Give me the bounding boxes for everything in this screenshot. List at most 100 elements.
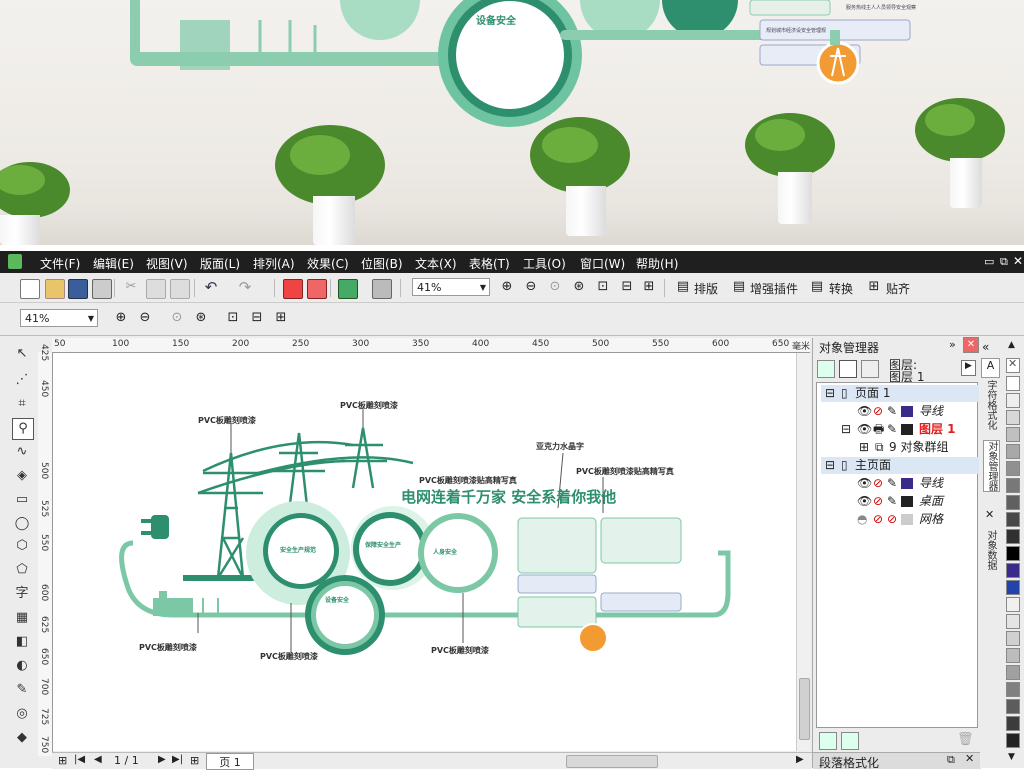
next-page-icon[interactable]: ▶ (158, 754, 166, 765)
pick-tool-icon[interactable]: ↖ (12, 344, 32, 364)
zoom-out-icon[interactable]: ⊖ (136, 310, 154, 328)
swatch-gray-10[interactable] (1006, 393, 1020, 408)
collapse-icon[interactable]: « (982, 340, 989, 354)
zoom-in-icon[interactable]: ⊕ (498, 279, 516, 297)
new-master-layer-icon[interactable] (841, 732, 859, 750)
menu-view[interactable]: 视图(V) (146, 255, 188, 272)
swatch-gray-70[interactable] (1006, 495, 1020, 510)
zoom-page-icon[interactable]: ⊡ (594, 279, 612, 297)
save-icon[interactable] (68, 279, 88, 299)
docker-menu-icon[interactable]: ▶ (961, 360, 976, 376)
vertical-scroll-thumb[interactable] (799, 678, 810, 740)
menu-table[interactable]: 表格(T) (469, 255, 510, 272)
tab-character-format[interactable]: 字符格式化 (983, 380, 998, 430)
tree-object-group[interactable]: ⊞ ⧉ 9 对象群组 (821, 439, 979, 456)
open-icon[interactable] (45, 279, 65, 299)
swatch-blue[interactable] (1006, 580, 1020, 595)
expand-icon[interactable]: ⊞ (859, 439, 869, 456)
menu-file[interactable]: 文件(F) (40, 255, 80, 272)
menu-help[interactable]: 帮助(H) (636, 255, 678, 272)
eye-icon[interactable]: 👁 (857, 403, 872, 420)
tree-layer-guides[interactable]: 👁 ⊘ ✎ 导线 (821, 403, 979, 420)
basic-shapes-icon[interactable]: ⬠ (12, 560, 32, 580)
collapse-icon[interactable]: ⊟ (825, 457, 835, 474)
eyedropper-tool-icon[interactable]: ✎ (12, 680, 32, 700)
layer-manager-icon[interactable] (861, 360, 879, 378)
swatch-mid[interactable] (1006, 665, 1020, 680)
application-launcher-icon[interactable] (372, 279, 392, 299)
transparency-tool-icon[interactable]: ◐ (12, 656, 32, 676)
edit-across-layers-icon[interactable] (839, 360, 857, 378)
first-page-icon[interactable]: |◀ (74, 754, 85, 765)
eye-hidden-icon[interactable]: ◓ (857, 511, 867, 528)
tree-layer-1[interactable]: ⊟ 👁 🖶 ✎ 图层 1 (821, 421, 979, 438)
horizontal-scroll-thumb[interactable] (566, 755, 658, 768)
print-disabled-icon[interactable]: ⊘ (873, 511, 883, 528)
show-properties-icon[interactable] (817, 360, 835, 378)
eye-icon[interactable]: 👁 (857, 421, 872, 438)
tree-page-1[interactable]: ⊟ ▯ 页面 1 (821, 385, 979, 402)
swatch-dark[interactable] (1006, 699, 1020, 714)
close-icon[interactable]: ✕ (1013, 254, 1023, 268)
swatch-gray-50[interactable] (1006, 461, 1020, 476)
minimize-icon[interactable]: ▭ (984, 255, 994, 268)
swatch-light[interactable] (1006, 597, 1020, 612)
shape-tool-icon[interactable]: ⋰ (12, 370, 32, 390)
table-tool-icon[interactable]: ▦ (12, 608, 32, 628)
eye-icon[interactable]: 👁 (857, 475, 872, 492)
crop-tool-icon[interactable]: ⌗ (12, 394, 32, 414)
collapse-icon[interactable]: ⊟ (825, 385, 835, 402)
snap-button[interactable]: 贴齐 (886, 280, 910, 297)
text-tool-icon[interactable]: 字 (12, 584, 32, 604)
eye-icon[interactable]: 👁 (857, 493, 872, 510)
print-icon[interactable] (92, 279, 112, 299)
zoom-width-icon[interactable]: ⊟ (248, 310, 266, 328)
menu-text[interactable]: 文本(X) (415, 255, 457, 272)
lock-edit-icon[interactable]: ✎ (887, 475, 897, 492)
zoom-height-icon[interactable]: ⊞ (272, 310, 290, 328)
swatch-gray-40[interactable] (1006, 444, 1020, 459)
convert-icon[interactable]: ▤ (808, 279, 826, 297)
undo-icon[interactable]: ↶ (202, 278, 220, 296)
swatch-light-4[interactable] (1006, 648, 1020, 663)
publish-icon[interactable] (338, 279, 358, 299)
close-icon[interactable]: ✕ (985, 508, 994, 521)
horizontal-ruler[interactable]: 50 100 150 200 250 300 350 400 450 500 5… (52, 338, 810, 353)
swatch-none[interactable]: ✕ (1006, 357, 1020, 373)
ellipse-tool-icon[interactable]: ◯ (12, 514, 32, 534)
swatch-gray-90[interactable] (1006, 529, 1020, 544)
restore-icon[interactable]: ⧉ (1000, 255, 1008, 269)
cut-icon[interactable]: ✂ (122, 279, 140, 297)
text-icon[interactable]: A (981, 358, 1000, 378)
prev-page-icon[interactable]: ◀ (94, 754, 102, 765)
polygon-tool-icon[interactable]: ⬡ (12, 536, 32, 556)
zoom-all-icon[interactable]: ⊛ (570, 279, 588, 297)
swatch-gray-30[interactable] (1006, 427, 1020, 442)
print-disabled-icon[interactable]: ⊘ (873, 493, 883, 510)
blend-tool-icon[interactable]: ◧ (12, 632, 32, 652)
print-disabled-icon[interactable]: ⊘ (873, 403, 883, 420)
zoom-selected-icon[interactable]: ⊙ (168, 310, 186, 328)
palette-up-icon[interactable]: ▲ (1008, 340, 1015, 350)
fill-tool-icon[interactable]: ◆ (12, 728, 32, 748)
lock-edit-icon[interactable]: ✎ (887, 493, 897, 510)
swatch-gray-80[interactable] (1006, 512, 1020, 527)
tree-master-page[interactable]: ⊟ ▯ 主页面 (821, 457, 979, 474)
menu-window[interactable]: 窗口(W) (580, 255, 625, 272)
zoom-selected-icon[interactable]: ⊙ (546, 279, 564, 297)
smart-fill-icon[interactable]: ◈ (12, 466, 32, 486)
menu-bitmap[interactable]: 位图(B) (361, 255, 403, 272)
swatch-black[interactable] (1006, 546, 1020, 561)
print-disabled-icon[interactable]: ⊘ (873, 475, 883, 492)
arrange-icon[interactable]: ▤ (674, 279, 692, 297)
new-icon[interactable] (20, 279, 40, 299)
paste-icon[interactable] (170, 279, 190, 299)
vertical-scrollbar[interactable] (796, 353, 810, 751)
lock-edit-icon[interactable]: ✎ (887, 403, 897, 420)
close-icon[interactable]: ✕ (965, 752, 974, 765)
tree-master-guides[interactable]: 👁 ⊘ ✎ 导线 (821, 475, 979, 492)
zoom-height-icon[interactable]: ⊞ (640, 279, 658, 297)
snap-icon[interactable]: ⊞ (865, 279, 883, 297)
restore-icon[interactable]: ⧉ (947, 753, 955, 767)
scroll-right-icon[interactable]: ▶ (796, 754, 804, 765)
